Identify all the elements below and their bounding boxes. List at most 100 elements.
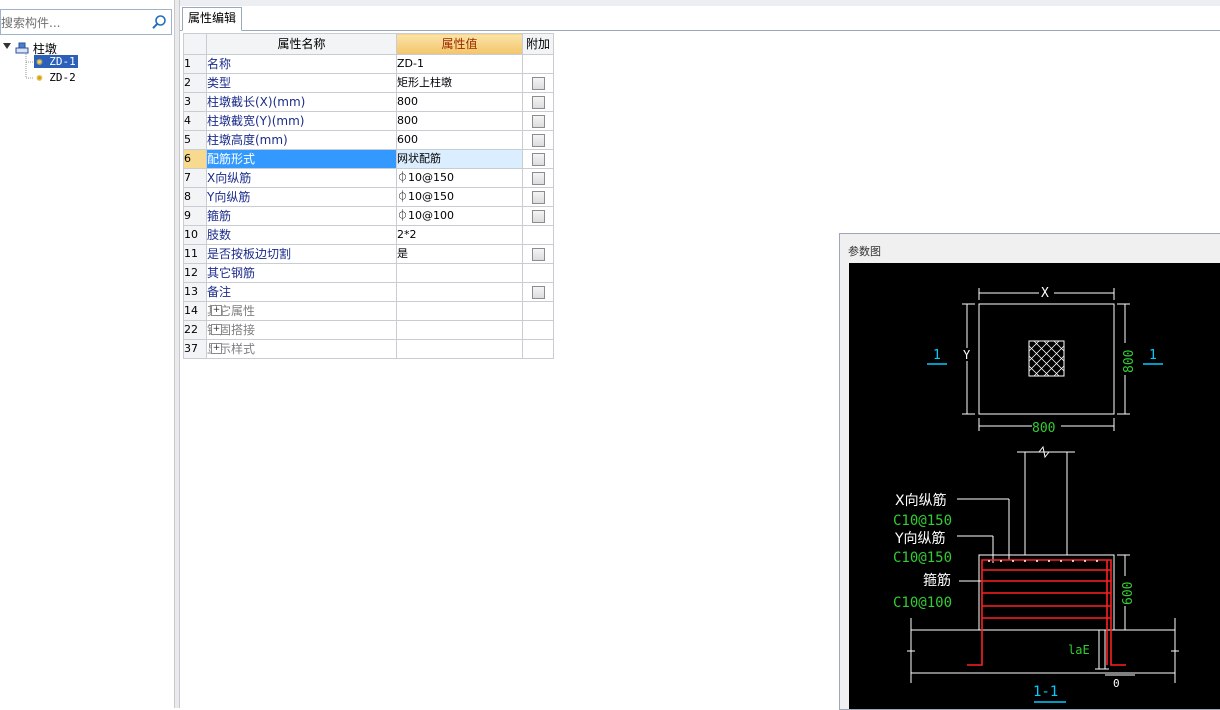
grid-row[interactable]: 22 + 锚固搭接 [183, 320, 554, 340]
add-cell [522, 282, 554, 302]
grid-row[interactable]: 8 Y向纵筋 ⏀10@150 [183, 187, 554, 207]
add-checkbox[interactable] [531, 134, 545, 147]
expand-icon[interactable]: + [211, 305, 222, 316]
plan-bottom-dim-text: 800 [1032, 421, 1055, 436]
add-cell [522, 111, 554, 131]
section-mark-left: 1 [933, 348, 941, 363]
grid-row[interactable]: 14 + 其它属性 [183, 301, 554, 321]
x-rebar-value: C10@150 [893, 513, 952, 529]
add-cell [522, 187, 554, 207]
grid-row[interactable]: 5 柱墩高度(mm) 600 [183, 130, 554, 150]
gear-icon: ✺ [36, 55, 43, 68]
expand-icon[interactable]: + [211, 343, 222, 354]
add-checkbox[interactable] [531, 286, 545, 299]
property-value[interactable]: 是 [396, 244, 523, 264]
property-name-text: 柱墩截长(X)(mm) [207, 95, 306, 109]
property-value[interactable]: 矩形上柱墩 [396, 73, 523, 93]
header-add[interactable]: 附加 [522, 33, 554, 55]
add-checkbox[interactable] [531, 191, 545, 204]
grid-row[interactable]: 2 类型 矩形上柱墩 [183, 73, 554, 93]
property-value[interactable] [396, 263, 523, 283]
parameter-diagram-panel: 参数图 X Y 800 800 1 1 X向纵筋 C10@150 Y向纵筋 C1… [839, 233, 1220, 710]
property-value[interactable]: ⏀10@100 [396, 206, 523, 226]
property-name[interactable]: 名称 [206, 54, 397, 74]
property-name-text: 柱墩截宽(Y)(mm) [207, 114, 305, 128]
grid-row[interactable]: 6 配筋形式 网状配筋 [183, 149, 554, 169]
property-name[interactable]: 备注 [206, 282, 397, 302]
grid-row[interactable]: 1 名称 ZD-1 [183, 54, 554, 74]
add-cell [522, 225, 554, 245]
property-value[interactable] [396, 282, 523, 302]
add-cell [522, 301, 554, 321]
add-cell [522, 130, 554, 150]
anchor-label: laE [1068, 643, 1090, 657]
grid-row[interactable]: 10 肢数 2*2 [183, 225, 554, 245]
property-value[interactable]: ZD-1 [396, 54, 523, 74]
row-number: 37 [183, 339, 207, 359]
property-value[interactable]: ⏀10@150 [396, 187, 523, 207]
add-checkbox[interactable] [531, 210, 545, 223]
tree-item-zd1[interactable]: ✺ ZD-1 [34, 55, 78, 68]
tab-property-editor[interactable]: 属性编辑 [182, 7, 243, 31]
row-number: 2 [183, 73, 207, 93]
grid-row[interactable]: 11 是否按板边切割 是 [183, 244, 554, 264]
property-grid: 属性名称 属性值 附加 1 名称 ZD-1 2 类型 矩形上柱墩 3 柱墩截长(X)(mm) 8… [183, 33, 554, 359]
property-value[interactable] [396, 320, 523, 340]
property-name[interactable]: Y向纵筋 [206, 187, 397, 207]
search-icon[interactable] [151, 14, 167, 30]
add-checkbox[interactable] [531, 153, 545, 166]
property-name[interactable]: 是否按板边切割 [206, 244, 397, 264]
header-value[interactable]: 属性值 [396, 33, 523, 55]
add-cell [522, 244, 554, 264]
tree-root-label: 柱墩 [32, 42, 57, 56]
property-name[interactable]: 肢数 [206, 225, 397, 245]
stirrup-label: 箍筋 [923, 572, 951, 589]
grid-row[interactable]: 9 箍筋 ⏀10@100 [183, 206, 554, 226]
add-checkbox[interactable] [531, 96, 545, 109]
property-name[interactable]: X向纵筋 [206, 168, 397, 188]
panel-splitter[interactable] [175, 0, 180, 708]
property-value[interactable]: 网状配筋 [396, 149, 523, 169]
pier-icon [15, 42, 29, 54]
property-value[interactable] [396, 339, 523, 359]
property-value[interactable]: 600 [396, 130, 523, 150]
property-value[interactable]: 2*2 [396, 225, 523, 245]
property-value[interactable]: 800 [396, 92, 523, 112]
property-name[interactable]: 配筋形式 [206, 149, 397, 169]
grid-row[interactable]: 7 X向纵筋 ⏀10@150 [183, 168, 554, 188]
grid-row[interactable]: 13 备注 [183, 282, 554, 302]
row-number: 8 [183, 187, 207, 207]
property-name[interactable]: 柱墩高度(mm) [206, 130, 397, 150]
grid-row[interactable]: 4 柱墩截宽(Y)(mm) 800 [183, 111, 554, 131]
add-checkbox[interactable] [531, 172, 545, 185]
property-name[interactable]: 箍筋 [206, 206, 397, 226]
property-name[interactable]: + 锚固搭接 [206, 320, 397, 340]
property-value[interactable]: ⏀10@150 [396, 168, 523, 188]
add-checkbox[interactable] [531, 248, 545, 261]
plan-y-label: Y [963, 348, 971, 362]
add-checkbox[interactable] [531, 115, 545, 128]
property-name[interactable]: 类型 [206, 73, 397, 93]
property-name[interactable]: 柱墩截宽(Y)(mm) [206, 111, 397, 131]
add-checkbox[interactable] [531, 77, 545, 90]
grid-row[interactable]: 12 其它钢筋 [183, 263, 554, 283]
property-name[interactable]: 柱墩截长(X)(mm) [206, 92, 397, 112]
grid-row[interactable]: 37 + 显示样式 [183, 339, 554, 359]
y-rebar-label: Y向纵筋 [894, 530, 946, 547]
property-name[interactable]: 其它钢筋 [206, 263, 397, 283]
tree-item-zd2[interactable]: ✺ ZD-2 [34, 71, 78, 84]
x-rebar-label: X向纵筋 [895, 492, 947, 509]
add-cell [522, 54, 554, 74]
expand-icon[interactable]: + [211, 324, 222, 335]
diagram-title: 参数图 [848, 245, 881, 258]
property-value[interactable]: 800 [396, 111, 523, 131]
gear-icon: ✺ [36, 71, 43, 84]
grid-row[interactable]: 3 柱墩截长(X)(mm) 800 [183, 92, 554, 112]
property-name[interactable]: + 显示样式 [206, 339, 397, 359]
property-name-text: 备注 [207, 285, 232, 299]
property-value[interactable] [396, 301, 523, 321]
header-corner [183, 33, 207, 55]
search-box[interactable]: 搜索构件... [0, 9, 172, 35]
header-name[interactable]: 属性名称 [206, 33, 397, 55]
property-name[interactable]: + 其它属性 [206, 301, 397, 321]
